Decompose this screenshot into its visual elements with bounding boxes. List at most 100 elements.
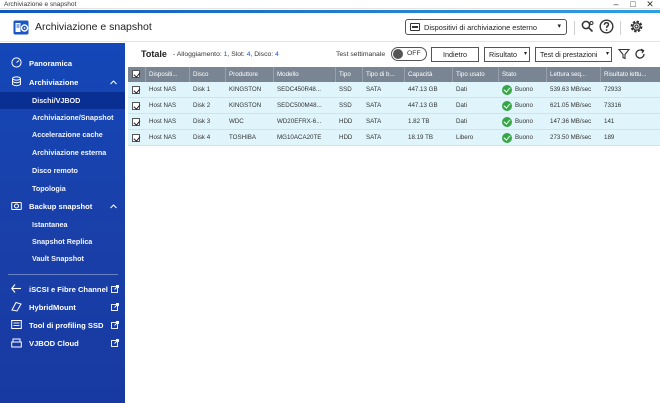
- sidebar-item-archiviazione[interactable]: Archiviazione: [0, 74, 125, 90]
- sidebar-item-panoramica[interactable]: Panoramica: [0, 55, 125, 71]
- cell-disk: Disk 2: [193, 102, 211, 109]
- chevron-down-icon: ▾: [605, 51, 609, 57]
- result-dropdown[interactable]: Risultato ▾: [484, 47, 530, 62]
- cell-disk: Disk 3: [193, 118, 211, 125]
- back-button-label: Indietro: [443, 50, 467, 59]
- cell-status: Buono: [499, 98, 547, 114]
- sidebar-divider: [8, 274, 118, 275]
- cell-usage: Libero: [456, 134, 474, 141]
- chevron-up-icon[interactable]: [110, 79, 117, 86]
- select-all-checkbox[interactable]: [132, 70, 140, 78]
- external-link-icon: [111, 303, 119, 311]
- sidebar-item-istantanea[interactable]: Istantanea: [0, 216, 125, 233]
- sidebar-item-hybridmount[interactable]: HybridMount: [0, 299, 125, 315]
- back-button[interactable]: Indietro: [431, 47, 479, 62]
- column-header[interactable]: Lettura seq...: [547, 67, 601, 82]
- refresh-icon[interactable]: [634, 48, 646, 60]
- sidebar-item-label: Snapshot Replica: [32, 237, 93, 246]
- cell-device: Host NAS: [149, 102, 177, 109]
- external-storage-dropdown[interactable]: Dispositivi di archiviazione esterno ▾: [405, 19, 567, 35]
- external-link-icon: [111, 321, 119, 329]
- weekly-test-label: Test settimanale: [336, 51, 386, 58]
- sidebar-item-label: iSCSI e Fibre Channel: [29, 284, 108, 294]
- sidebar-item-label: Tool di profiling SSD: [29, 320, 104, 330]
- dashboard-icon: [11, 57, 22, 68]
- cell-device: Host NAS: [149, 118, 177, 125]
- gear-icon[interactable]: [629, 19, 644, 34]
- sidebar-item-archiviazione-snapshot[interactable]: Archiviazione/Snapshot: [0, 109, 125, 126]
- sidebar-item-label: Archiviazione: [29, 77, 79, 87]
- table-row[interactable]: Host NAS Disk 1 KINGSTON SEDC450R48... S…: [128, 82, 660, 98]
- status-text: Buono: [515, 86, 533, 93]
- select-all-checkbox-cell[interactable]: [128, 67, 146, 82]
- row-checkbox-cell[interactable]: [128, 82, 146, 98]
- row-checkbox-cell[interactable]: [128, 98, 146, 114]
- column-header[interactable]: Tipo: [336, 67, 363, 82]
- row-checkbox[interactable]: [132, 86, 140, 94]
- cell-capacity: 1.82 TB: [408, 118, 430, 125]
- cell-seq-read: 539.63 MB/sec: [550, 86, 592, 93]
- chevron-up-icon[interactable]: [110, 203, 117, 210]
- sidebar-item-snapshot-replica[interactable]: Snapshot Replica: [0, 233, 125, 250]
- status-text: Buono: [515, 102, 533, 109]
- filter-icon[interactable]: [618, 48, 630, 60]
- column-header[interactable]: Tipo di b...: [363, 67, 405, 82]
- sidebar-item-vault-snapshot[interactable]: Vault Snapshot: [0, 250, 125, 267]
- row-checkbox[interactable]: [132, 102, 140, 110]
- column-header[interactable]: Modello: [274, 67, 336, 82]
- window-title-bar: Archiviazione e snapshot – □ ✕: [0, 0, 660, 9]
- column-header[interactable]: Disco: [190, 67, 226, 82]
- close-button[interactable]: ✕: [646, 0, 654, 9]
- sidebar-item-ssd-profiling[interactable]: Tool di profiling SSD: [0, 317, 125, 333]
- performance-test-dropdown[interactable]: Test di prestazioni ▾: [535, 47, 612, 62]
- cell-seq-read: 273.50 MB/sec: [550, 134, 592, 141]
- cell-read-result: 189: [604, 134, 615, 141]
- app-title: Archiviazione e snapshot: [35, 21, 152, 33]
- column-header[interactable]: Produttore: [226, 67, 274, 82]
- column-header[interactable]: Tipo usato: [453, 67, 499, 82]
- status-ok-icon: [502, 117, 512, 127]
- minimize-button[interactable]: –: [612, 0, 620, 9]
- sidebar-item-disco-remoto[interactable]: Disco remoto: [0, 162, 125, 179]
- sidebar-item-topologia[interactable]: Topologia: [0, 180, 125, 197]
- external-storage-label: Dispositivi di archiviazione esterno: [424, 22, 537, 32]
- table-row[interactable]: Host NAS Disk 4 TOSHIBA MG10ACA20TE HDD …: [128, 130, 660, 146]
- cell-bus: SATA: [366, 86, 382, 93]
- sidebar-item-label: Disco remoto: [32, 166, 78, 175]
- help-icon[interactable]: [599, 19, 614, 34]
- table-row[interactable]: Host NAS Disk 2 KINGSTON SEDC500M48... S…: [128, 98, 660, 114]
- cell-manufacturer: TOSHIBA: [229, 134, 257, 141]
- cell-read-result: 72933: [604, 86, 622, 93]
- app-header: Archiviazione e snapshot Dispositivi di …: [0, 13, 660, 42]
- maximize-button[interactable]: □: [629, 0, 637, 9]
- cell-disk: Disk 4: [193, 134, 211, 141]
- external-drive-icon: [410, 23, 420, 31]
- row-checkbox[interactable]: [132, 134, 140, 142]
- cell-seq-read: 621.05 MB/sec: [550, 102, 592, 109]
- database-icon: [12, 76, 21, 87]
- enclosure-label: - Alloggiamento:: [173, 51, 222, 58]
- sidebar-item-label: Dischi/VJBOD: [32, 96, 81, 105]
- iscsi-icon: [11, 284, 21, 293]
- sidebar-item-archiviazione-esterna[interactable]: Archiviazione esterna: [0, 144, 125, 161]
- column-header[interactable]: Capacità: [405, 67, 453, 82]
- column-header[interactable]: Dispositi...: [146, 67, 190, 82]
- sidebar-item-label: Archiviazione esterna: [32, 148, 107, 157]
- sidebar-item-accelerazione-cache[interactable]: Accelerazione cache: [0, 126, 125, 143]
- weekly-test-toggle[interactable]: OFF: [391, 47, 427, 61]
- sidebar-item-iscsi[interactable]: iSCSI e Fibre Channel: [0, 281, 125, 297]
- sidebar-item-dischi-vjbod[interactable]: Dischi/VJBOD: [0, 92, 125, 109]
- row-checkbox[interactable]: [132, 118, 140, 126]
- sidebar: Panoramica Archiviazione Dischi/VJBOD Ar…: [0, 43, 125, 403]
- column-header[interactable]: Stato: [499, 67, 547, 82]
- cell-usage: Dati: [456, 102, 468, 109]
- row-checkbox-cell[interactable]: [128, 130, 146, 146]
- sidebar-item-vjbod-cloud[interactable]: VJBOD Cloud: [0, 335, 125, 351]
- enclosure-summary: - Alloggiamento: 1, Slot: 4, Disco: 4: [173, 51, 279, 58]
- cell-seq-read: 147.36 MB/sec: [550, 118, 592, 125]
- column-header[interactable]: Risultato lettu...: [601, 67, 660, 82]
- sidebar-item-backup-snapshot[interactable]: Backup snapshot: [0, 198, 125, 214]
- table-row[interactable]: Host NAS Disk 3 WDC WD20EFRX-6... HDD SA…: [128, 114, 660, 130]
- search-settings-icon[interactable]: [580, 19, 595, 34]
- row-checkbox-cell[interactable]: [128, 114, 146, 130]
